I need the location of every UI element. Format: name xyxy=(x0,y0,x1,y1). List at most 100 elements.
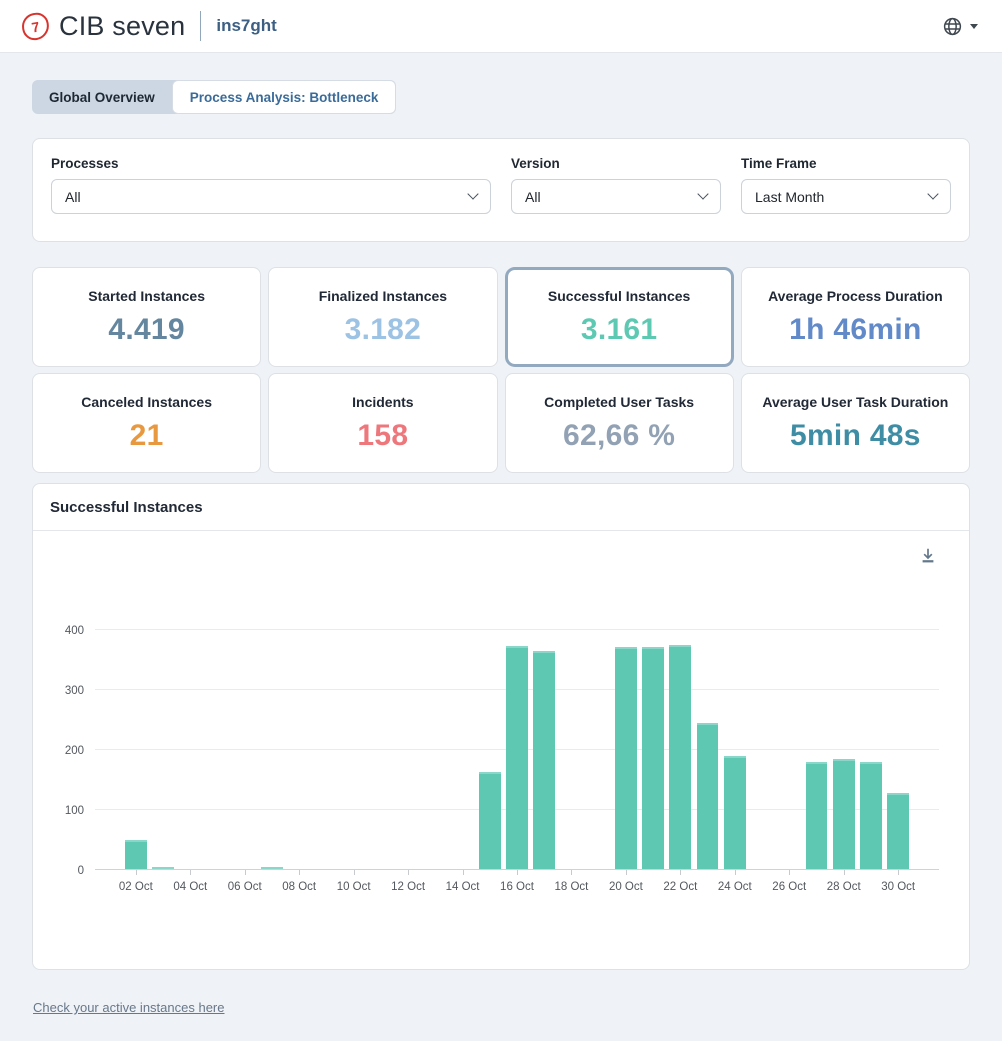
tab-bar: Global Overview Process Analysis: Bottle… xyxy=(32,80,396,114)
stat-card[interactable]: Started Instances 4.419 xyxy=(32,267,261,367)
stat-value: 1h 46min xyxy=(789,313,921,347)
stat-label: Average User Task Duration xyxy=(762,394,948,410)
y-axis-tick-label: 300 xyxy=(42,685,84,697)
globe-icon xyxy=(942,16,963,37)
x-axis-tick-label: 10 Oct xyxy=(337,881,371,893)
brand: 7 CIB seven ins7ght xyxy=(22,11,277,42)
x-axis-tick-label: 08 Oct xyxy=(282,881,316,893)
stat-value: 158 xyxy=(357,419,408,453)
y-axis-tick-label: 100 xyxy=(42,805,84,817)
stat-value: 3.182 xyxy=(345,313,422,347)
filter-version: Version All xyxy=(511,156,721,214)
x-axis-tick-label: 14 Oct xyxy=(446,881,480,893)
x-axis-tick xyxy=(898,870,899,875)
bar-23-oct xyxy=(697,723,719,869)
x-axis-tick-label: 16 Oct xyxy=(500,881,534,893)
x-axis-tick-label: 30 Oct xyxy=(881,881,915,893)
x-axis-tick xyxy=(136,870,137,875)
stat-value: 21 xyxy=(130,419,164,453)
time-frame-selected-value: Last Month xyxy=(755,189,824,205)
chevron-down-icon xyxy=(467,188,478,199)
download-chart-button[interactable] xyxy=(917,545,939,571)
stat-label: Average Process Duration xyxy=(768,288,943,304)
bar-28-oct xyxy=(833,759,855,869)
chart-card: Successful Instances 0100200300400 02 Oc… xyxy=(32,483,970,970)
active-instances-link[interactable]: Check your active instances here xyxy=(33,1000,224,1015)
bar-02-oct xyxy=(125,840,147,869)
stat-value: 62,66 % xyxy=(563,419,675,453)
chart-x-axis: 02 Oct04 Oct06 Oct08 Oct10 Oct12 Oct14 O… xyxy=(95,877,939,899)
x-axis-tick-label: 26 Oct xyxy=(772,881,806,893)
bar-21-oct xyxy=(642,647,664,869)
stat-card[interactable]: Canceled Instances 21 xyxy=(32,373,261,473)
download-icon xyxy=(919,547,937,565)
x-axis-tick xyxy=(408,870,409,875)
chevron-down-icon xyxy=(927,188,938,199)
tab-global-overview[interactable]: Global Overview xyxy=(32,80,172,114)
chevron-down-icon xyxy=(697,188,708,199)
x-axis-tick xyxy=(299,870,300,875)
stat-label: Completed User Tasks xyxy=(544,394,694,410)
x-axis-tick-label: 06 Oct xyxy=(228,881,262,893)
stats-grid: Started Instances 4.419 Finalized Instan… xyxy=(32,267,970,473)
language-menu-button[interactable] xyxy=(940,12,980,41)
y-axis-tick-label: 400 xyxy=(42,625,84,637)
bar-29-oct xyxy=(860,762,882,869)
x-axis-tick xyxy=(789,870,790,875)
x-axis-tick-label: 02 Oct xyxy=(119,881,153,893)
time-frame-label: Time Frame xyxy=(741,156,951,171)
stat-value: 4.419 xyxy=(108,313,185,347)
x-axis-tick xyxy=(844,870,845,875)
stat-card[interactable]: Average User Task Duration 5min 48s xyxy=(741,373,970,473)
header-divider xyxy=(200,11,201,41)
bar-22-oct xyxy=(669,645,691,869)
filter-processes: Processes All xyxy=(51,156,491,214)
stat-label: Incidents xyxy=(352,394,413,410)
y-axis-tick-label: 200 xyxy=(42,745,84,757)
bar-07-oct xyxy=(261,867,283,869)
stat-label: Canceled Instances xyxy=(81,394,212,410)
dashboard-main: Global Overview Process Analysis: Bottle… xyxy=(0,53,1002,1041)
y-axis-tick-label: 0 xyxy=(42,865,84,877)
stat-card[interactable]: Completed User Tasks 62,66 % xyxy=(505,373,734,473)
chart-title: Successful Instances xyxy=(33,484,969,531)
x-axis-tick-label: 28 Oct xyxy=(827,881,861,893)
gridline xyxy=(95,629,939,630)
x-axis-tick xyxy=(571,870,572,875)
x-axis-tick-label: 18 Oct xyxy=(554,881,588,893)
stat-label: Finalized Instances xyxy=(319,288,447,304)
app-header: 7 CIB seven ins7ght xyxy=(0,0,1002,53)
tab-process-analysis-bottleneck[interactable]: Process Analysis: Bottleneck xyxy=(172,80,397,114)
x-axis-tick-label: 20 Oct xyxy=(609,881,643,893)
version-selected-value: All xyxy=(525,189,541,205)
processes-select[interactable]: All xyxy=(51,179,491,214)
brand-logo-icon: 7 xyxy=(20,10,51,41)
x-axis-tick xyxy=(463,870,464,875)
brand-name: CIB seven xyxy=(59,11,185,42)
stat-card[interactable]: Finalized Instances 3.182 xyxy=(268,267,497,367)
bar-03-oct xyxy=(152,867,174,869)
version-select[interactable]: All xyxy=(511,179,721,214)
bar-20-oct xyxy=(615,647,637,869)
stat-label: Successful Instances xyxy=(548,288,690,304)
processes-selected-value: All xyxy=(65,189,81,205)
bar-17-oct xyxy=(533,651,555,869)
processes-label: Processes xyxy=(51,156,491,171)
filter-time-frame: Time Frame Last Month xyxy=(741,156,951,214)
x-axis-tick xyxy=(245,870,246,875)
x-axis-tick-label: 24 Oct xyxy=(718,881,752,893)
stat-label: Started Instances xyxy=(88,288,205,304)
app-name: ins7ght xyxy=(216,16,276,36)
time-frame-select[interactable]: Last Month xyxy=(741,179,951,214)
stat-card[interactable]: Successful Instances 3.161 xyxy=(505,267,734,367)
bar-27-oct xyxy=(806,762,828,869)
chart-plot: 0100200300400 xyxy=(95,585,939,870)
x-axis-tick xyxy=(735,870,736,875)
stat-value: 5min 48s xyxy=(790,419,921,453)
chart-toolbar xyxy=(95,545,939,571)
caret-down-icon xyxy=(970,24,978,29)
version-label: Version xyxy=(511,156,721,171)
stat-card[interactable]: Incidents 158 xyxy=(268,373,497,473)
stat-card[interactable]: Average Process Duration 1h 46min xyxy=(741,267,970,367)
bar-24-oct xyxy=(724,756,746,869)
